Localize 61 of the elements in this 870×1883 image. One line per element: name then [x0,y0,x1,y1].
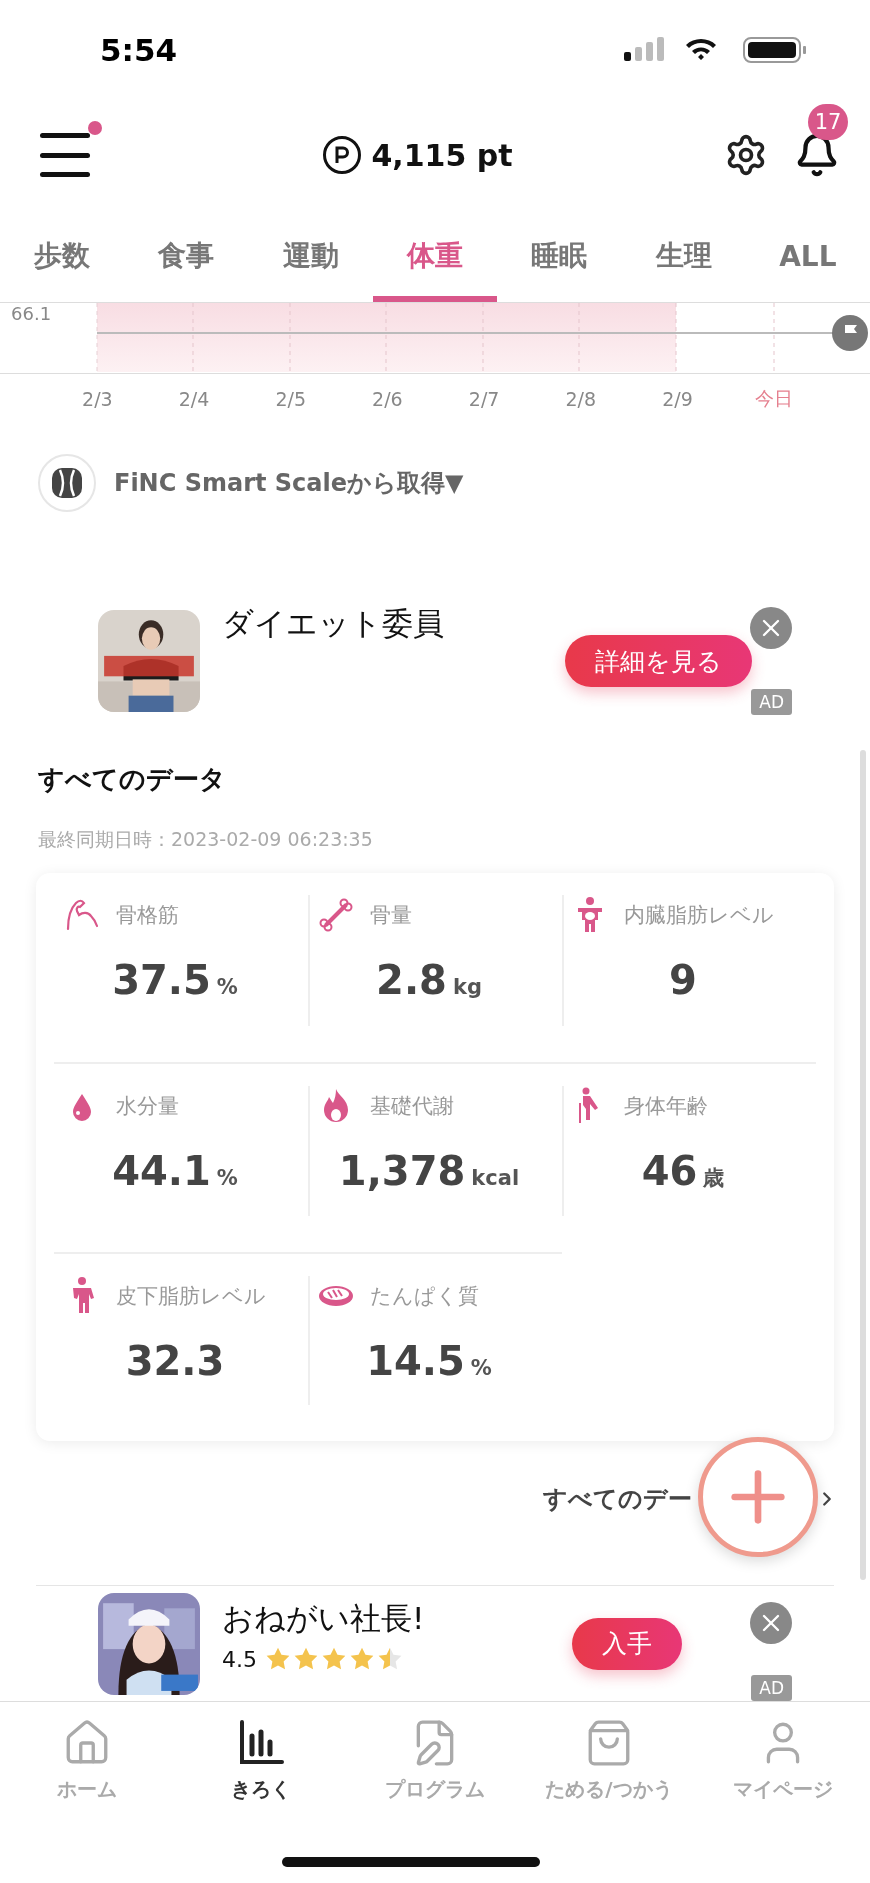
ad-badge: AD [751,1675,792,1701]
metric-label: 皮下脂肪レベル [116,1282,266,1310]
metric-unit: % [470,1355,492,1380]
section-title: すべてのデータ [38,763,227,796]
close-button[interactable] [750,1602,792,1644]
nav-tab[interactable]: ためる/つかう [522,1718,696,1803]
metric-unit: % [216,1166,238,1191]
close-button[interactable] [750,607,792,649]
ad-title: おねがい社長! [222,1599,426,1638]
ad-badge: AD [751,689,792,715]
nav-tab[interactable]: きろく [174,1718,348,1803]
axis-label: 2/5 [274,388,307,410]
axis-label: 2/6 [371,388,404,410]
notification-badge: 17 [808,104,848,140]
metric-value: 37.5 [112,957,211,1003]
axis-label: 2/4 [177,388,211,410]
metric-label: 内臓脂肪レベル [624,902,774,929]
axis-label: 66.1 [11,303,52,324]
category-tab[interactable]: 睡眠 [497,210,622,302]
rating-value: 4.5 [222,1646,257,1672]
category-tab[interactable]: 運動 [248,210,373,302]
axis-label: 2/3 [81,388,114,410]
metric-value: 46 [641,1148,698,1195]
nav-tab[interactable]: マイページ [696,1718,870,1803]
metric-label: 基礎代謝 [370,1093,454,1121]
nav-tab[interactable]: ホーム [0,1718,174,1803]
metric-unit: kg [452,975,482,999]
metric-label: 身体年齢 [624,1093,708,1121]
axis-label: 2/9 [661,388,694,410]
metric-label: たんぱく質 [370,1282,479,1310]
metric-value: 1,378 [338,1148,466,1195]
data-source-selector[interactable]: FiNC Smart Scaleから取得▼ [114,466,464,499]
metric-label: 水分量 [116,1093,179,1121]
metric-value: 9 [669,957,697,1003]
category-tab[interactable]: 体重 [372,210,498,302]
get-button[interactable]: 入手 [572,1617,682,1670]
status-time: 5:54 [100,32,178,68]
scale-icon [38,453,96,512]
all-data-link[interactable]: すべてのデー [543,1483,692,1515]
ad-details-button[interactable]: 詳細を見る [565,635,752,687]
metric-value: 2.8 [376,957,447,1003]
metric-value: 32.3 [125,1337,225,1384]
nav-tab[interactable]: プログラム [348,1718,522,1803]
sync-timestamp: 最終同期日時：2023-02-09 06:23:35 [38,827,374,852]
metric-unit: 歳 [703,1165,725,1193]
points-balance: 4,115 pt [371,137,513,173]
metric-label: 骨格筋 [116,902,179,929]
category-tab[interactable]: 食事 [124,210,249,302]
axis-label: 2/7 [467,388,501,410]
metric-unit: kcal [471,1166,520,1191]
category-tab[interactable]: 歩数 [0,210,125,302]
category-tab[interactable]: ALL [745,210,870,302]
metric-value: 44.1 [112,1148,211,1195]
axis-label: 今日 [754,386,795,411]
ad-title: ダイエット委員 [222,604,445,643]
points-icon [323,136,362,174]
metric-unit: % [216,975,238,999]
axis-label: 2/8 [564,388,598,410]
metric-label: 骨量 [370,902,412,929]
category-tab[interactable]: 生理 [621,210,746,302]
metric-value: 14.5 [366,1337,465,1384]
